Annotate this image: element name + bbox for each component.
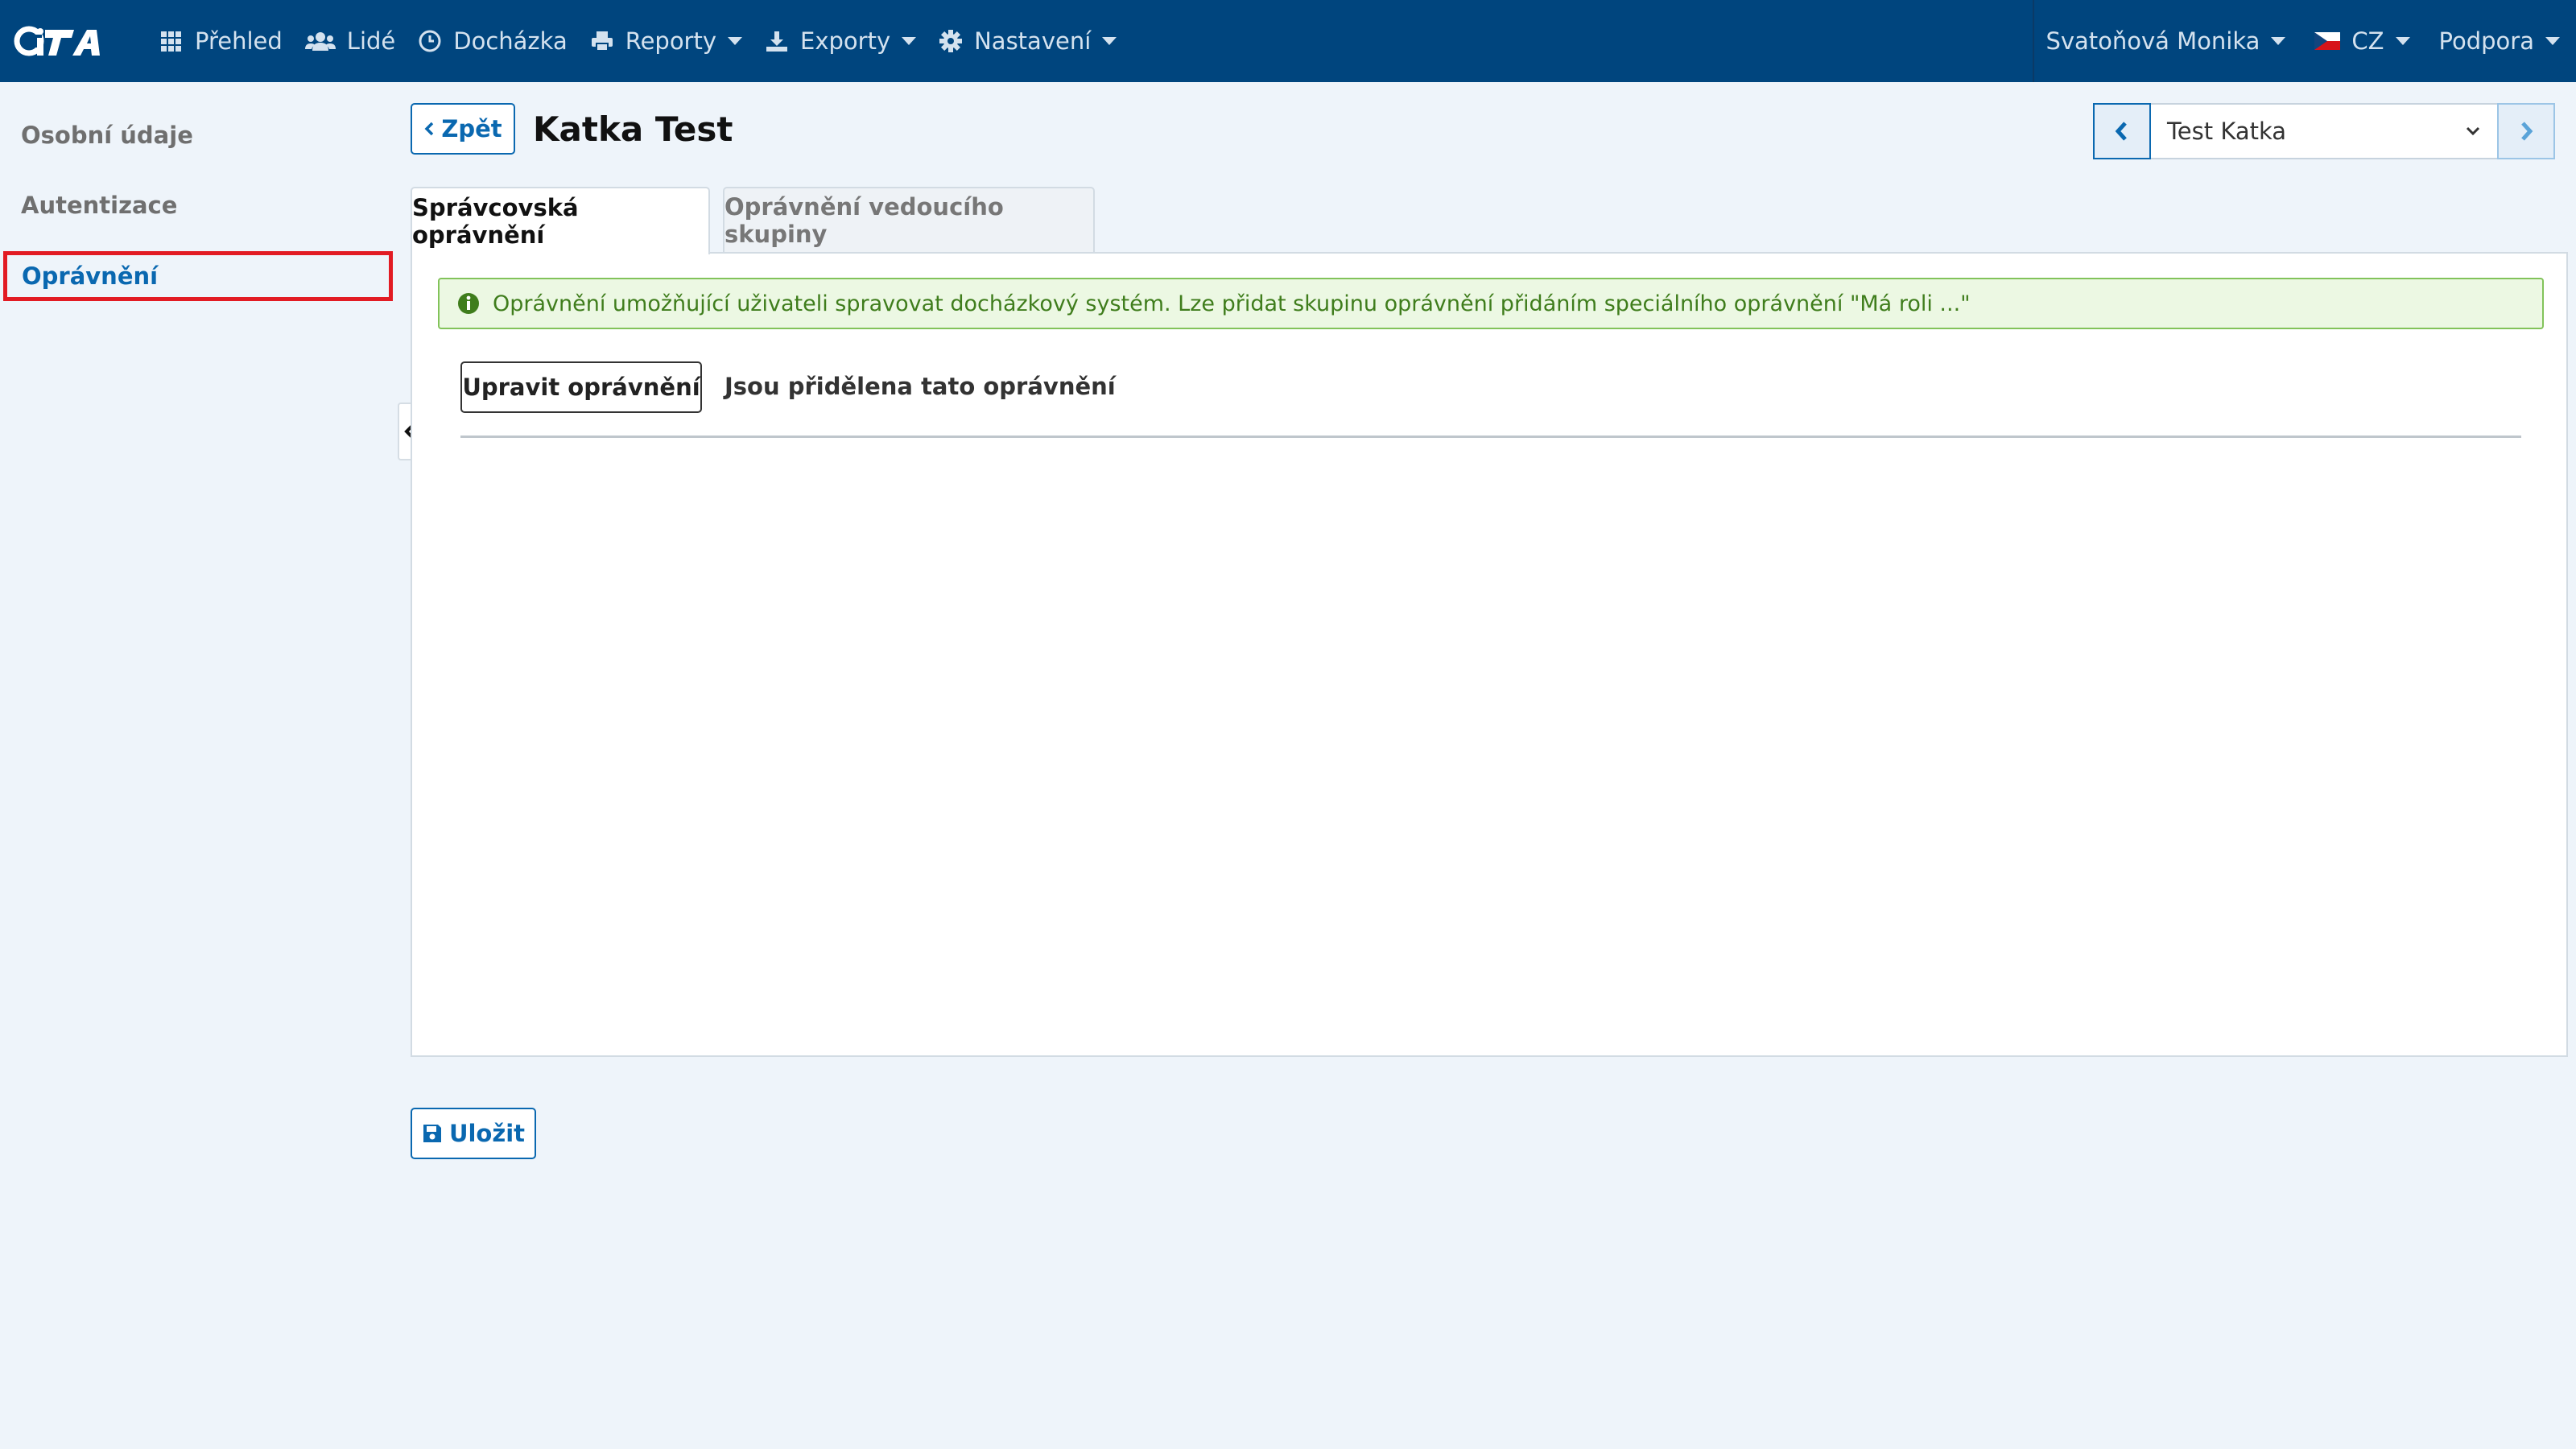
chevron-down-icon <box>2395 37 2410 45</box>
sidebar-item-autentizace[interactable]: Autentizace <box>3 180 393 230</box>
grid-icon <box>159 29 184 53</box>
info-alert: Oprávnění umožňující uživateli spravovat… <box>438 278 2544 329</box>
nav-prehled-label: Přehled <box>195 27 283 55</box>
save-button[interactable]: Uložit <box>411 1108 536 1159</box>
cita-logo[interactable] <box>13 17 134 65</box>
language-menu[interactable]: CZ <box>2297 0 2421 82</box>
info-icon <box>458 293 479 314</box>
chevron-down-icon <box>902 37 917 45</box>
user-menu[interactable]: Svatoňová Monika <box>2034 0 2297 82</box>
back-button-label: Zpět <box>441 115 502 142</box>
next-person-button[interactable] <box>2497 103 2555 159</box>
save-icon <box>423 1125 441 1142</box>
czech-flag-icon <box>2314 32 2341 50</box>
nav-lide-label: Lidé <box>346 27 396 55</box>
export-icon <box>765 29 789 53</box>
info-alert-text: Oprávnění umožňující uživateli spravovat… <box>493 291 1971 316</box>
language-label: CZ <box>2351 27 2384 55</box>
nav-exporty-label: Exporty <box>800 27 891 55</box>
nav-nastaveni[interactable]: Nastavení <box>927 0 1128 82</box>
tab-spravcovska-opravneni[interactable]: Správcovská oprávnění <box>411 187 710 254</box>
nav-exporty[interactable]: Exporty <box>753 0 927 82</box>
save-button-label: Uložit <box>448 1120 526 1147</box>
sidebar-item-osobni-udaje[interactable]: Osobní údaje <box>3 110 393 160</box>
nav-prehled[interactable]: Přehled <box>148 0 294 82</box>
person-select-value: Test Katka <box>2167 118 2287 145</box>
sidebar-item-label: Oprávnění <box>22 262 159 290</box>
chevron-left-icon <box>2115 122 2127 141</box>
support-label: Podpora <box>2438 27 2534 55</box>
permissions-panel: Oprávnění umožňující uživateli spravovat… <box>411 252 2568 1057</box>
page-title: Katka Test <box>533 109 733 149</box>
edit-permissions-button[interactable]: Upravit oprávnění <box>460 361 702 413</box>
nav-lide[interactable]: Lidé <box>294 0 407 82</box>
chevron-down-icon <box>1102 37 1117 45</box>
chevron-right-icon <box>2521 122 2533 141</box>
chevron-down-icon <box>2466 126 2480 136</box>
nav-reporty-label: Reporty <box>625 27 717 55</box>
sidebar-item-opravneni[interactable]: Oprávnění <box>3 251 393 301</box>
previous-person-button[interactable] <box>2093 103 2151 159</box>
top-navbar: Přehled Lidé Docházka Reporty Exporty Na… <box>0 0 2576 82</box>
sidebar-item-label: Osobní údaje <box>21 122 193 149</box>
back-button[interactable]: Zpět <box>411 103 515 155</box>
chevron-down-icon <box>2545 37 2560 45</box>
person-selector: Test Katka <box>2093 103 2555 159</box>
user-name: Svatoňová Monika <box>2046 27 2260 55</box>
nav-nastaveni-label: Nastavení <box>974 27 1092 55</box>
nav-dochazka[interactable]: Docházka <box>407 0 578 82</box>
tab-label: Oprávnění vedoucího skupiny <box>724 193 1004 248</box>
printer-icon <box>590 29 614 53</box>
chevron-left-icon <box>424 122 434 136</box>
clock-icon <box>418 29 442 53</box>
navbar-right: Svatoňová Monika CZ Podpora <box>2033 0 2576 82</box>
person-select[interactable]: Test Katka <box>2151 103 2497 159</box>
chevron-down-icon <box>728 37 743 45</box>
chevron-down-icon <box>2271 37 2286 45</box>
gear-icon <box>939 29 963 53</box>
sidebar-item-label: Autentizace <box>21 192 178 219</box>
nav-reporty[interactable]: Reporty <box>579 0 753 82</box>
divider <box>460 436 2521 438</box>
support-menu[interactable]: Podpora <box>2421 0 2576 82</box>
users-icon <box>304 29 336 53</box>
assigned-permissions-label: Jsou přidělena tato oprávnění <box>724 373 1116 400</box>
tab-label: Správcovská oprávnění <box>412 194 579 249</box>
nav-dochazka-label: Docházka <box>453 27 568 55</box>
tab-opravneni-vedouciho-skupiny[interactable]: Oprávnění vedoucího skupiny <box>723 187 1095 253</box>
